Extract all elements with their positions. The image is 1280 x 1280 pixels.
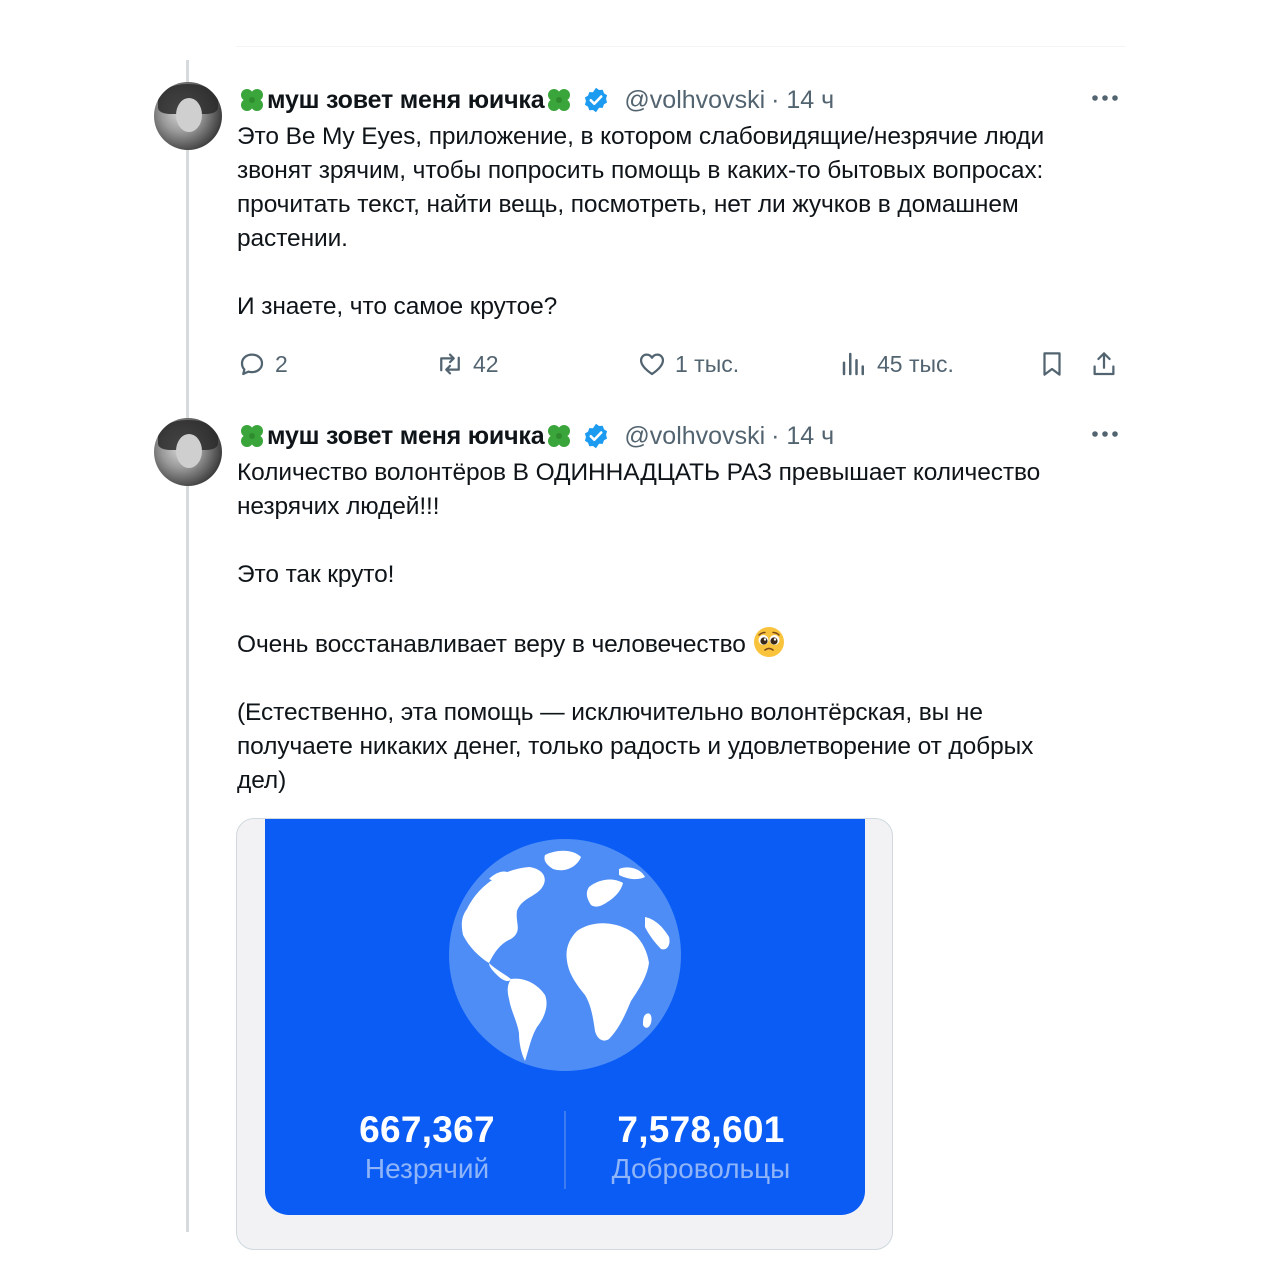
views-count: 45 тыс. xyxy=(877,350,954,377)
stat-volunteers: 7,578,601 Добровольцы xyxy=(571,1109,831,1185)
stats-divider xyxy=(564,1111,566,1189)
repost-count: 42 xyxy=(473,350,499,377)
stat-blind-value: 667,367 xyxy=(359,1109,495,1150)
like-count: 1 тыс. xyxy=(675,350,740,377)
action-bar: 2 42 1 тыс. 45 тыс. xyxy=(237,344,1122,384)
handle[interactable]: @volhvovski xyxy=(624,86,765,115)
clover-icon xyxy=(548,89,571,111)
thread-connector-line xyxy=(186,60,189,1232)
stats-card: 667,367 Незрячий 7,578,601 Добровольцы xyxy=(265,819,865,1215)
bookmark-button[interactable] xyxy=(1037,344,1067,384)
views-button[interactable]: 45 тыс. xyxy=(839,344,954,384)
globe-icon xyxy=(449,839,681,1071)
repost-icon xyxy=(440,353,460,375)
heart-icon xyxy=(639,353,665,376)
reply-count: 2 xyxy=(275,350,288,377)
reply-icon xyxy=(240,353,264,376)
stat-blind-label: Незрячий xyxy=(364,1153,490,1184)
views-chart-icon xyxy=(842,352,864,376)
share-button[interactable] xyxy=(1089,344,1119,384)
display-name[interactable]: муш зовет меня юичка xyxy=(267,422,545,451)
more-options-icon[interactable] xyxy=(1090,88,1120,108)
post-text-part-2: (Естественно, эта помощь — исключительно… xyxy=(237,699,1034,794)
timestamp[interactable]: · 14 ч xyxy=(771,422,834,451)
top-separator xyxy=(236,46,1126,47)
clover-icon xyxy=(241,89,263,111)
post-text: Количество волонтёров В ОДИННАДЦАТЬ РАЗ … xyxy=(237,456,1127,798)
post-text-part-1: Количество волонтёров В ОДИННАДЦАТЬ РАЗ … xyxy=(237,459,1041,658)
stat-blind: 667,367 Незрячий xyxy=(297,1109,557,1185)
bookmark-icon xyxy=(1043,352,1061,376)
post-header: муш зовет меня юичка @volhvovski · 14 ч xyxy=(237,418,1124,454)
share-icon xyxy=(1093,352,1115,376)
clover-icon xyxy=(241,425,263,447)
avatar[interactable] xyxy=(154,82,222,150)
reply-button[interactable]: 2 xyxy=(237,344,288,384)
pleading-face-emoji-icon xyxy=(753,627,784,657)
more-options-icon[interactable] xyxy=(1090,424,1120,444)
like-button[interactable]: 1 тыс. xyxy=(637,344,739,384)
stat-volunteers-label: Добровольцы xyxy=(611,1153,791,1184)
post-media-image[interactable]: 667,367 Незрячий 7,578,601 Добровольцы xyxy=(236,818,893,1250)
verified-badge-icon[interactable] xyxy=(582,86,610,114)
display-name[interactable]: муш зовет меня юичка xyxy=(267,86,545,115)
verified-badge-icon[interactable] xyxy=(582,422,610,450)
clover-icon xyxy=(548,425,571,447)
post-text: Это Be My Eyes, приложение, в котором сл… xyxy=(237,123,1045,320)
timestamp[interactable]: · 14 ч xyxy=(771,86,834,115)
post-header: муш зовет меня юичка @volhvovski · 14 ч xyxy=(237,82,1124,118)
stat-volunteers-value: 7,578,601 xyxy=(617,1109,785,1150)
repost-button[interactable]: 42 xyxy=(435,344,499,384)
handle[interactable]: @volhvovski xyxy=(624,422,765,451)
avatar[interactable] xyxy=(154,418,222,486)
